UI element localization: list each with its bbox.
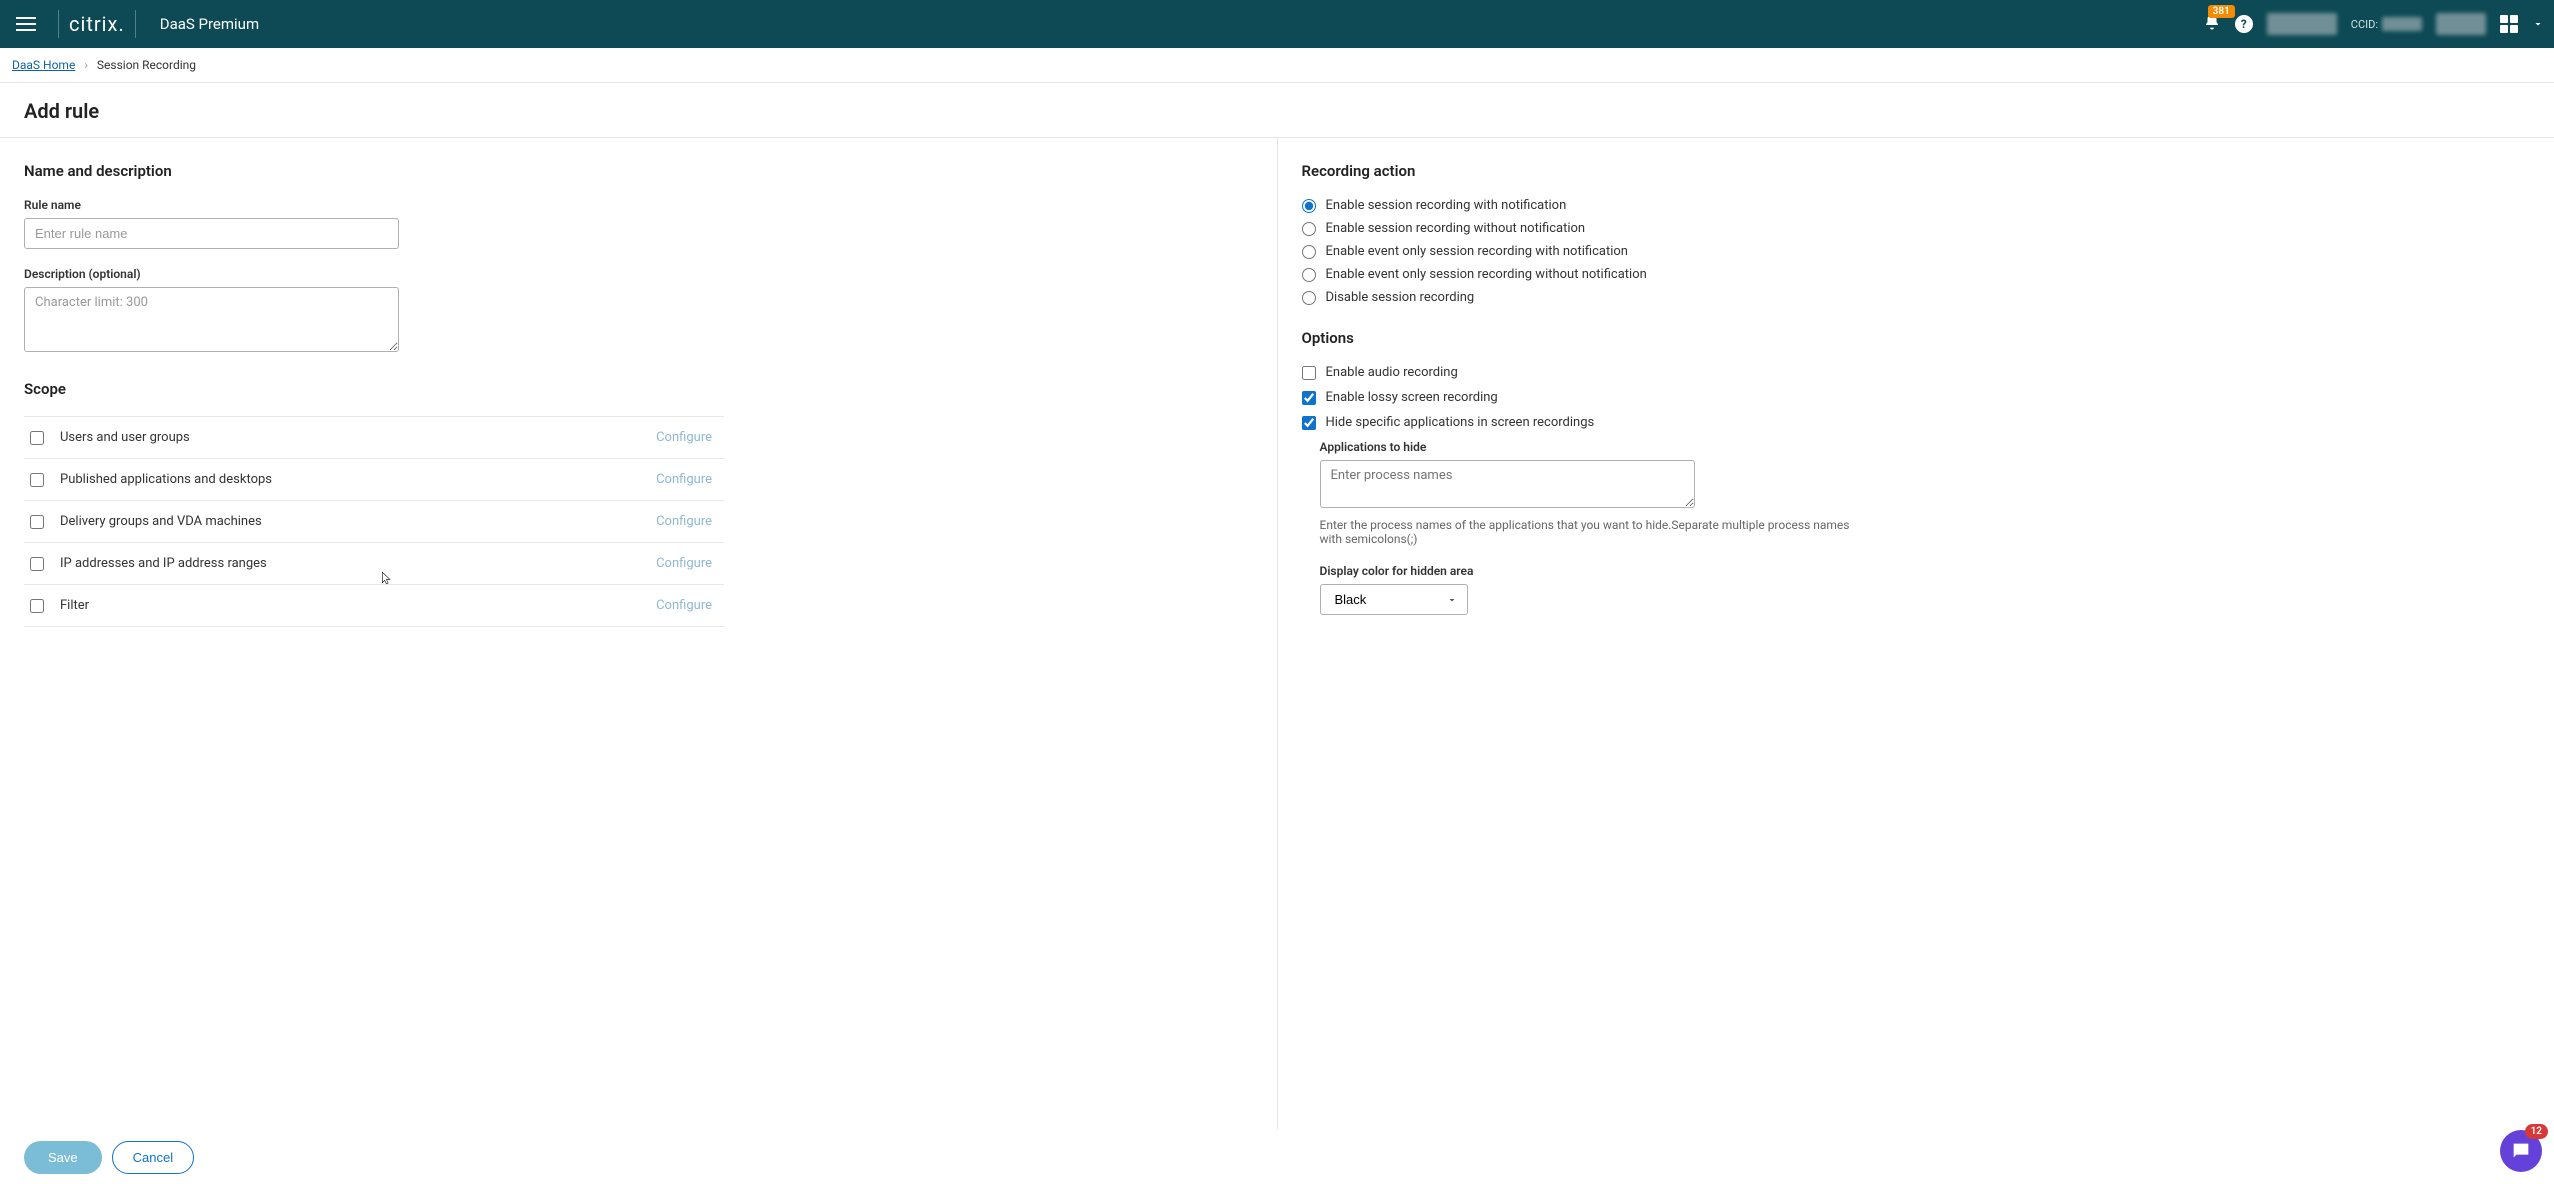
description-textarea[interactable] — [24, 287, 399, 352]
radio-label[interactable]: Enable event only session recording with… — [1326, 267, 1647, 282]
scope-configure-link[interactable]: Configure — [656, 556, 712, 571]
radio-label[interactable]: Disable session recording — [1326, 290, 1475, 305]
ccid-label: CCID: — [2351, 18, 2378, 31]
apps-to-hide-textarea[interactable] — [1320, 460, 1695, 508]
scope-configure-link[interactable]: Configure — [656, 472, 712, 487]
section-options: Options — [1302, 329, 2531, 347]
radio-label[interactable]: Enable session recording with notificati… — [1326, 198, 1567, 213]
radio-label[interactable]: Enable session recording without notific… — [1326, 221, 1586, 236]
scope-configure-link[interactable]: Configure — [656, 430, 712, 445]
scope-label: IP addresses and IP address ranges — [60, 556, 656, 571]
notification-badge: 381 — [2208, 5, 2235, 18]
section-scope: Scope — [24, 380, 1253, 398]
section-name-desc: Name and description — [24, 162, 1253, 180]
rule-name-label: Rule name — [24, 198, 1253, 212]
scope-configure-link[interactable]: Configure — [656, 598, 712, 613]
scope-row-ip: IP addresses and IP address ranges Confi… — [24, 543, 724, 585]
check-label[interactable]: Enable audio recording — [1326, 365, 1458, 380]
check-label[interactable]: Hide specific applications in screen rec… — [1326, 415, 1595, 430]
check-audio[interactable] — [1302, 366, 1316, 380]
scope-label: Delivery groups and VDA machines — [60, 514, 656, 529]
scope-check-ip[interactable] — [30, 557, 44, 571]
help-icon[interactable]: ? — [2235, 15, 2253, 33]
scope-row-apps: Published applications and desktops Conf… — [24, 459, 724, 501]
description-label: Description (optional) — [24, 267, 1253, 281]
apps-to-hide-label: Applications to hide — [1320, 440, 2531, 454]
check-label[interactable]: Enable lossy screen recording — [1326, 390, 1498, 405]
page-title-row: Add rule — [0, 83, 2554, 138]
breadcrumb: DaaS Home › Session Recording — [0, 48, 2554, 83]
check-hide-apps[interactable] — [1302, 416, 1316, 430]
divider — [135, 10, 136, 38]
scope-row-delivery: Delivery groups and VDA machines Configu… — [24, 501, 724, 543]
chevron-down-icon[interactable] — [2532, 18, 2544, 30]
radio-label[interactable]: Enable event only session recording with… — [1326, 244, 1628, 259]
breadcrumb-current: Session Recording — [97, 58, 196, 72]
save-button[interactable]: Save — [24, 1141, 102, 1174]
top-header: citrix. DaaS Premium 381 ? CCID: — [0, 0, 2554, 48]
product-name: DaaS Premium — [160, 15, 259, 33]
logo: citrix. — [69, 12, 125, 36]
scope-check-apps[interactable] — [30, 473, 44, 487]
notifications-button[interactable]: 381 — [2203, 13, 2221, 35]
user-info-redacted — [2267, 13, 2337, 35]
rule-name-input[interactable] — [24, 218, 399, 249]
app-switcher-icon[interactable] — [2500, 15, 2518, 33]
scope-row-filter: Filter Configure — [24, 585, 724, 627]
scope-check-filter[interactable] — [30, 599, 44, 613]
section-recording-action: Recording action — [1302, 162, 2531, 180]
scope-row-users: Users and user groups Configure — [24, 416, 724, 459]
scope-label: Published applications and desktops — [60, 472, 656, 487]
cancel-button[interactable]: Cancel — [112, 1141, 194, 1174]
ccid-value-redacted — [2382, 17, 2422, 31]
radio-enable-with-notif[interactable] — [1302, 199, 1316, 213]
radio-enable-without-notif[interactable] — [1302, 222, 1316, 236]
scope-check-users[interactable] — [30, 431, 44, 445]
org-redacted — [2436, 13, 2486, 35]
radio-disable[interactable] — [1302, 291, 1316, 305]
menu-icon[interactable] — [16, 12, 40, 36]
chat-icon — [2510, 1140, 2532, 1162]
page-title: Add rule — [24, 99, 2530, 123]
radio-event-without-notif[interactable] — [1302, 268, 1316, 282]
breadcrumb-sep: › — [84, 58, 88, 72]
breadcrumb-home-link[interactable]: DaaS Home — [12, 58, 75, 72]
footer-actions: Save Cancel — [0, 1130, 2554, 1184]
apps-hint: Enter the process names of the applicati… — [1320, 518, 1860, 546]
radio-event-with-notif[interactable] — [1302, 245, 1316, 259]
scope-check-delivery[interactable] — [30, 515, 44, 529]
scope-configure-link[interactable]: Configure — [656, 514, 712, 529]
scope-label: Filter — [60, 598, 656, 613]
display-color-select[interactable]: Black — [1320, 584, 1468, 615]
check-lossy[interactable] — [1302, 391, 1316, 405]
divider — [58, 10, 59, 38]
display-color-label: Display color for hidden area — [1320, 564, 2531, 578]
scope-label: Users and user groups — [60, 430, 656, 445]
chat-badge: 12 — [2525, 1124, 2548, 1139]
chat-button[interactable]: 12 — [2500, 1130, 2542, 1172]
